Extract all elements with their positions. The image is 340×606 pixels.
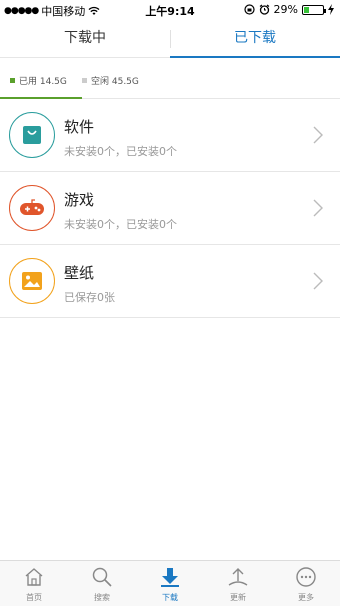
status-right: 29% — [243, 3, 334, 16]
category-title: 软件 — [64, 118, 95, 136]
chevron-right-icon — [313, 199, 323, 217]
nav-label: 首页 — [26, 593, 42, 602]
storage-usage: 已用 14.5G 空闲 45.5G — [0, 59, 340, 99]
picture-icon — [22, 272, 42, 290]
category-title: 壁纸 — [64, 264, 95, 282]
category-software[interactable]: 软件 未安装0个，已安装0个 — [0, 99, 340, 172]
update-upload-icon — [228, 568, 248, 586]
category-subtitle: 未安装0个，已安装0个 — [64, 218, 177, 231]
app-store-bag-icon — [23, 126, 41, 144]
category-games[interactable]: 游戏 未安装0个，已安装0个 — [0, 172, 340, 245]
charging-icon — [328, 4, 334, 15]
nav-label: 更多 — [298, 593, 314, 602]
storage-free-label: 空闲 45.5G — [91, 77, 139, 87]
battery-percent: 29% — [273, 3, 298, 16]
nav-update[interactable]: 更新 — [204, 561, 272, 606]
category-list: 软件 未安装0个，已安装0个 游戏 未安装0个，已安装0个 壁纸 已保存0张 — [0, 99, 340, 318]
nav-label: 下载 — [162, 593, 178, 602]
nav-more[interactable]: 更多 — [272, 561, 340, 606]
battery-icon — [302, 4, 326, 15]
tab-downloading[interactable]: 下载中 — [0, 20, 170, 57]
storage-free: 空闲 45.5G — [82, 74, 139, 87]
used-legend-square — [10, 78, 15, 83]
status-bar: ●●●●● 中国移动 上午9:14 29% — [0, 0, 340, 20]
games-icon-circle — [9, 185, 55, 231]
storage-used-label: 已用 14.5G — [19, 77, 67, 87]
category-subtitle: 未安装0个，已安装0个 — [64, 145, 177, 158]
category-title: 游戏 — [64, 191, 95, 209]
more-icon — [296, 567, 316, 587]
alarm-icon — [259, 4, 269, 15]
orientation-lock-icon — [243, 4, 255, 15]
nav-label: 更新 — [230, 593, 246, 602]
software-icon-circle — [9, 112, 55, 158]
nav-download[interactable]: 下载 — [136, 561, 204, 606]
tab-downloaded[interactable]: 已下载 — [170, 20, 340, 58]
nav-search[interactable]: 搜索 — [68, 561, 136, 606]
nav-home[interactable]: 首页 — [0, 561, 68, 606]
category-subtitle: 已保存0张 — [64, 291, 115, 304]
nav-label: 搜索 — [94, 593, 110, 602]
gamepad-icon — [20, 199, 44, 215]
home-icon — [25, 568, 43, 586]
wallpapers-icon-circle — [9, 258, 55, 304]
download-icon — [161, 568, 179, 587]
storage-used: 已用 14.5G — [10, 74, 67, 87]
free-legend-square — [82, 78, 87, 83]
chevron-right-icon — [313, 126, 323, 144]
battery-level — [304, 6, 310, 13]
search-icon — [92, 567, 112, 587]
tab-divider — [170, 30, 171, 48]
category-wallpapers[interactable]: 壁纸 已保存0张 — [0, 245, 340, 318]
chevron-right-icon — [313, 272, 323, 290]
bottom-nav: 首页 搜索 下载 更新 更多 — [0, 560, 340, 606]
